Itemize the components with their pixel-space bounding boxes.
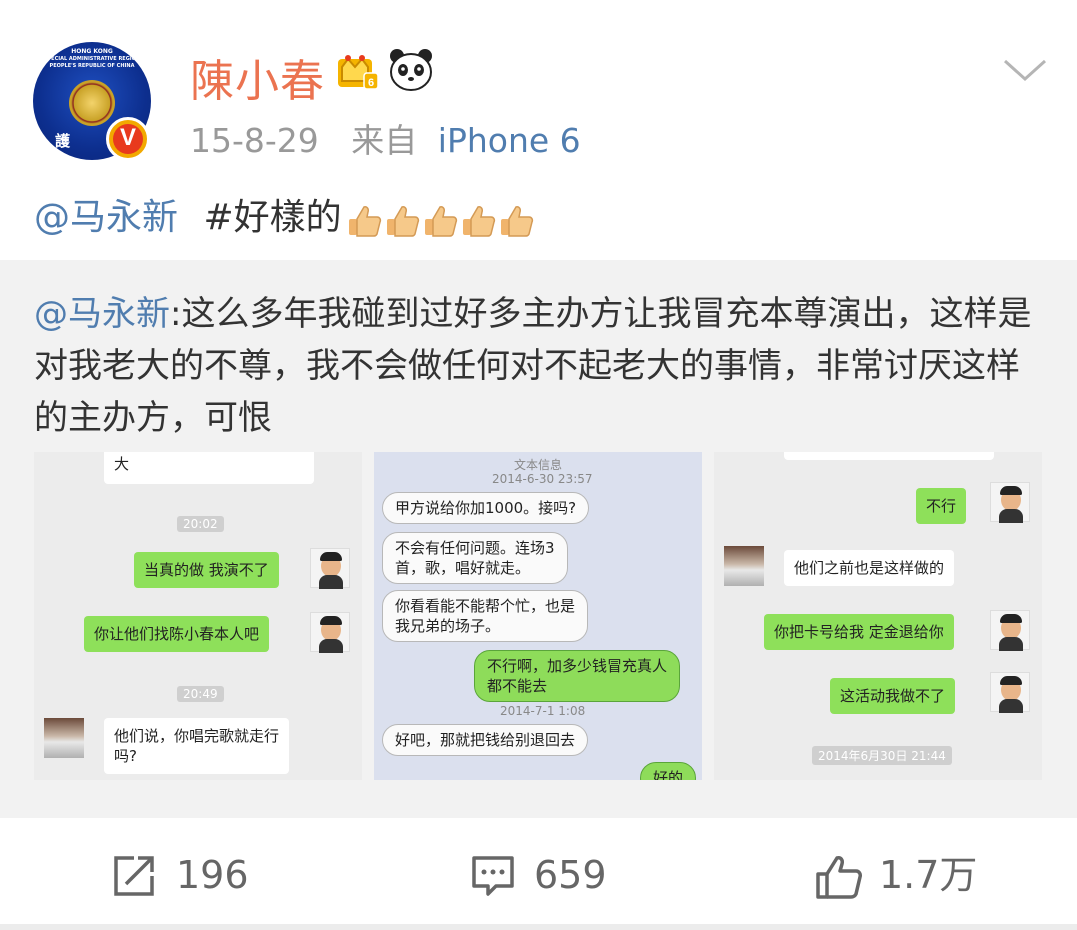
chat-avatar xyxy=(310,612,350,653)
divider xyxy=(0,924,1077,930)
avatar-caption: HONG KONG xyxy=(71,48,113,55)
like-count: 1.7万 xyxy=(879,853,978,897)
sms-bubble: 你看看能不能帮个忙，也是 我兄弟的场子。 xyxy=(382,590,589,642)
chevron-down-icon[interactable] xyxy=(1003,55,1047,85)
avatar-character: 護 xyxy=(55,132,71,150)
chat-avatar xyxy=(990,482,1030,523)
avatar-caption-2: SPECIAL ADMINISTRATIVE REGION xyxy=(43,56,141,62)
crown-vip-icon[interactable]: 6 xyxy=(336,49,380,93)
avatar-caption-3: PEOPLE'S REPUBLIC OF CHINA xyxy=(49,63,135,69)
repost-icon xyxy=(114,856,154,896)
chat-bubble: 这活动我做不了 xyxy=(830,678,956,714)
sms-date: 2014-6-30 23:57 xyxy=(492,472,593,486)
thumbs-emoji-group xyxy=(346,199,536,240)
national-emblem-icon xyxy=(69,80,115,126)
sms-bubble: 好的 xyxy=(640,762,697,780)
comment-count: 659 xyxy=(534,853,607,897)
chat-avatar xyxy=(724,546,764,586)
chat-time-chip: 20:49 xyxy=(177,686,224,702)
chat-time-chip: 20:02 xyxy=(177,516,224,532)
repost-image-2[interactable]: 文本信息 2014-6-30 23:57 甲方说给你加1000。接吗? 不会有任… xyxy=(374,452,702,780)
chat-avatar xyxy=(44,718,84,758)
chat-bubble: 你让他们找陈小春本人吧 xyxy=(84,616,270,652)
post-meta: 15-8-29 来自 iPhone 6 xyxy=(190,114,581,162)
repost-image-3[interactable]: 不行 他们之前也是这样做的 你把卡号给我 定金退给你 这活动我做不了 2014年… xyxy=(714,452,1042,780)
chat-bubble: 他们之前也是这样做的 xyxy=(784,550,955,586)
like-icon xyxy=(816,856,862,899)
thumbs-up-emoji xyxy=(424,205,457,237)
sms-date: 2014-7-1 1:08 xyxy=(500,704,586,718)
chat-time-chip: 2014年6月30日 21:44 xyxy=(812,746,952,765)
thumbs-up-emoji xyxy=(462,205,495,237)
verified-badge-icon: V xyxy=(106,117,150,161)
sms-header: 文本信息 xyxy=(514,458,563,472)
sms-bubble: 好吧，那就把钱给别退回去 xyxy=(382,724,589,756)
post-time: 15-8-29 xyxy=(190,121,319,160)
panda-icon xyxy=(390,49,432,91)
repost-mention-link[interactable]: @马永新 xyxy=(34,294,170,334)
username[interactable]: 陳小春 xyxy=(190,45,325,109)
chat-bubble: 他们说，你唱完歌就走行 吗? xyxy=(104,718,290,774)
post-text: @马永新 #好樣的 xyxy=(34,188,536,240)
chat-bubble: 大 xyxy=(104,452,314,484)
source-device-link[interactable]: iPhone 6 xyxy=(438,121,581,160)
chat-bubble xyxy=(784,452,994,460)
chat-avatar xyxy=(990,610,1030,651)
sms-bubble: 不会有任何问题。连场3 首，歌，唱好就走。 xyxy=(382,532,568,584)
svg-text:6: 6 xyxy=(368,77,374,89)
repost-body: :这么多年我碰到过好多主办方让我冒充本尊演出，这样是对我老大的不尊，我不会做任何… xyxy=(34,294,1032,438)
source-prefix: 来自 xyxy=(351,121,418,160)
thumbs-up-emoji xyxy=(386,205,419,237)
repost-image-1[interactable]: 大 20:02 当真的做 我演不了 你让他们找陈小春本人吧 20:49 他们说，… xyxy=(34,452,362,780)
repost-text: @马永新:这么多年我碰到过好多主办方让我冒充本尊演出，这样是对我老大的不尊，我不… xyxy=(34,288,1044,444)
topic-text: #好樣的 xyxy=(203,197,342,238)
action-bar: 196 659 1.7万 xyxy=(0,818,1077,928)
chat-bubble: 当真的做 我演不了 xyxy=(134,552,279,588)
comment-icon xyxy=(472,856,514,896)
chat-bubble: 不行 xyxy=(916,488,967,524)
chat-avatar xyxy=(310,548,350,589)
chat-avatar xyxy=(990,672,1030,713)
repost-card[interactable]: @马永新:这么多年我碰到过好多主办方让我冒充本尊演出，这样是对我老大的不尊，我不… xyxy=(0,260,1077,818)
chat-bubble: 你把卡号给我 定金退给你 xyxy=(764,614,954,650)
repost-count: 196 xyxy=(176,853,249,897)
thumbs-up-emoji xyxy=(348,205,381,237)
thumbs-up-emoji xyxy=(500,205,533,237)
mention-link[interactable]: @马永新 xyxy=(34,197,178,238)
sms-bubble: 不行啊，加多少钱冒充真人 都不能去 xyxy=(474,650,681,702)
sms-bubble: 甲方说给你加1000。接吗? xyxy=(382,492,590,524)
